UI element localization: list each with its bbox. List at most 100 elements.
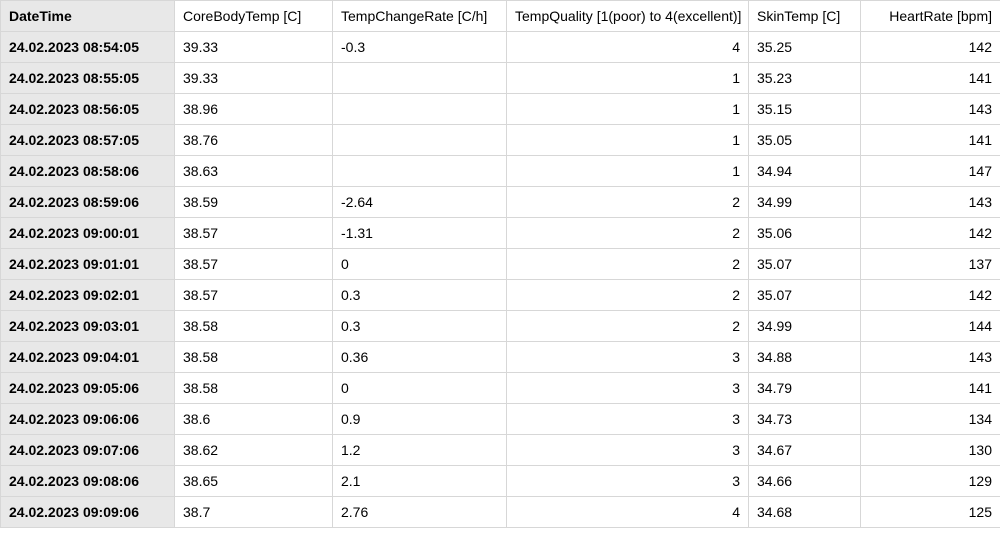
cell-skintemp: 35.15: [749, 94, 861, 125]
cell-corebodytemp: 38.57: [175, 218, 333, 249]
cell-tempquality: 1: [507, 94, 749, 125]
cell-tempchangerate: 0.9: [333, 404, 507, 435]
cell-skintemp: 35.07: [749, 249, 861, 280]
cell-tempquality: 3: [507, 435, 749, 466]
cell-tempchangerate: 1.2: [333, 435, 507, 466]
cell-skintemp: 34.67: [749, 435, 861, 466]
cell-heartrate: 147: [861, 156, 1000, 187]
table-row: 24.02.2023 09:00:0138.57-1.31235.06142: [1, 218, 1000, 249]
cell-datetime: 24.02.2023 09:08:06: [1, 466, 175, 497]
cell-tempquality: 3: [507, 342, 749, 373]
cell-corebodytemp: 38.58: [175, 342, 333, 373]
cell-datetime: 24.02.2023 09:04:01: [1, 342, 175, 373]
cell-datetime: 24.02.2023 08:55:05: [1, 63, 175, 94]
cell-corebodytemp: 38.58: [175, 311, 333, 342]
cell-heartrate: 125: [861, 497, 1000, 528]
cell-tempchangerate: 0.36: [333, 342, 507, 373]
cell-skintemp: 34.99: [749, 187, 861, 218]
header-tempchangerate: TempChangeRate [C/h]: [333, 1, 507, 32]
cell-corebodytemp: 38.57: [175, 280, 333, 311]
table-row: 24.02.2023 08:59:0638.59-2.64234.99143: [1, 187, 1000, 218]
cell-tempquality: 2: [507, 187, 749, 218]
cell-tempquality: 2: [507, 311, 749, 342]
cell-skintemp: 34.68: [749, 497, 861, 528]
cell-heartrate: 143: [861, 187, 1000, 218]
cell-tempquality: 3: [507, 373, 749, 404]
cell-datetime: 24.02.2023 09:05:06: [1, 373, 175, 404]
table-header-row: DateTime CoreBodyTemp [C] TempChangeRate…: [1, 1, 1000, 32]
cell-heartrate: 141: [861, 373, 1000, 404]
cell-tempchangerate: 0.3: [333, 280, 507, 311]
cell-tempchangerate: [333, 94, 507, 125]
cell-skintemp: 34.88: [749, 342, 861, 373]
cell-tempquality: 1: [507, 156, 749, 187]
data-table: DateTime CoreBodyTemp [C] TempChangeRate…: [0, 0, 1000, 528]
cell-heartrate: 142: [861, 280, 1000, 311]
cell-corebodytemp: 38.96: [175, 94, 333, 125]
table-row: 24.02.2023 09:09:0638.72.76434.68125: [1, 497, 1000, 528]
header-heartrate: HeartRate [bpm]: [861, 1, 1000, 32]
cell-corebodytemp: 38.57: [175, 249, 333, 280]
cell-datetime: 24.02.2023 09:00:01: [1, 218, 175, 249]
cell-datetime: 24.02.2023 09:09:06: [1, 497, 175, 528]
cell-corebodytemp: 38.7: [175, 497, 333, 528]
cell-skintemp: 34.73: [749, 404, 861, 435]
table-row: 24.02.2023 08:58:0638.63134.94147: [1, 156, 1000, 187]
cell-tempchangerate: 2.76: [333, 497, 507, 528]
cell-skintemp: 35.05: [749, 125, 861, 156]
cell-datetime: 24.02.2023 08:57:05: [1, 125, 175, 156]
cell-heartrate: 144: [861, 311, 1000, 342]
header-datetime: DateTime: [1, 1, 175, 32]
cell-skintemp: 35.06: [749, 218, 861, 249]
cell-tempquality: 3: [507, 466, 749, 497]
table-row: 24.02.2023 09:07:0638.621.2334.67130: [1, 435, 1000, 466]
cell-tempchangerate: 0.3: [333, 311, 507, 342]
cell-heartrate: 134: [861, 404, 1000, 435]
cell-corebodytemp: 38.65: [175, 466, 333, 497]
cell-tempquality: 4: [507, 497, 749, 528]
cell-tempquality: 4: [507, 32, 749, 63]
cell-datetime: 24.02.2023 09:02:01: [1, 280, 175, 311]
cell-skintemp: 35.07: [749, 280, 861, 311]
header-skintemp: SkinTemp [C]: [749, 1, 861, 32]
cell-skintemp: 34.94: [749, 156, 861, 187]
cell-heartrate: 142: [861, 32, 1000, 63]
cell-corebodytemp: 39.33: [175, 63, 333, 94]
cell-corebodytemp: 38.6: [175, 404, 333, 435]
cell-heartrate: 141: [861, 125, 1000, 156]
cell-heartrate: 130: [861, 435, 1000, 466]
cell-tempchangerate: 0: [333, 373, 507, 404]
table-row: 24.02.2023 09:08:0638.652.1334.66129: [1, 466, 1000, 497]
cell-heartrate: 129: [861, 466, 1000, 497]
cell-tempchangerate: -2.64: [333, 187, 507, 218]
cell-heartrate: 143: [861, 94, 1000, 125]
cell-skintemp: 35.25: [749, 32, 861, 63]
cell-corebodytemp: 38.63: [175, 156, 333, 187]
table-row: 24.02.2023 09:05:0638.580334.79141: [1, 373, 1000, 404]
cell-datetime: 24.02.2023 09:03:01: [1, 311, 175, 342]
cell-skintemp: 35.23: [749, 63, 861, 94]
cell-tempchangerate: 2.1: [333, 466, 507, 497]
table-row: 24.02.2023 08:55:0539.33135.23141: [1, 63, 1000, 94]
cell-heartrate: 141: [861, 63, 1000, 94]
cell-tempchangerate: [333, 125, 507, 156]
cell-datetime: 24.02.2023 09:07:06: [1, 435, 175, 466]
cell-skintemp: 34.79: [749, 373, 861, 404]
cell-corebodytemp: 38.59: [175, 187, 333, 218]
table-row: 24.02.2023 08:57:0538.76135.05141: [1, 125, 1000, 156]
cell-heartrate: 143: [861, 342, 1000, 373]
cell-skintemp: 34.66: [749, 466, 861, 497]
cell-corebodytemp: 38.58: [175, 373, 333, 404]
cell-tempquality: 3: [507, 404, 749, 435]
cell-tempquality: 2: [507, 249, 749, 280]
cell-datetime: 24.02.2023 08:59:06: [1, 187, 175, 218]
table-row: 24.02.2023 09:03:0138.580.3234.99144: [1, 311, 1000, 342]
cell-tempchangerate: [333, 63, 507, 94]
header-corebodytemp: CoreBodyTemp [C]: [175, 1, 333, 32]
cell-corebodytemp: 39.33: [175, 32, 333, 63]
cell-tempquality: 2: [507, 280, 749, 311]
table-row: 24.02.2023 08:54:0539.33-0.3435.25142: [1, 32, 1000, 63]
cell-datetime: 24.02.2023 08:56:05: [1, 94, 175, 125]
cell-corebodytemp: 38.62: [175, 435, 333, 466]
cell-datetime: 24.02.2023 09:01:01: [1, 249, 175, 280]
